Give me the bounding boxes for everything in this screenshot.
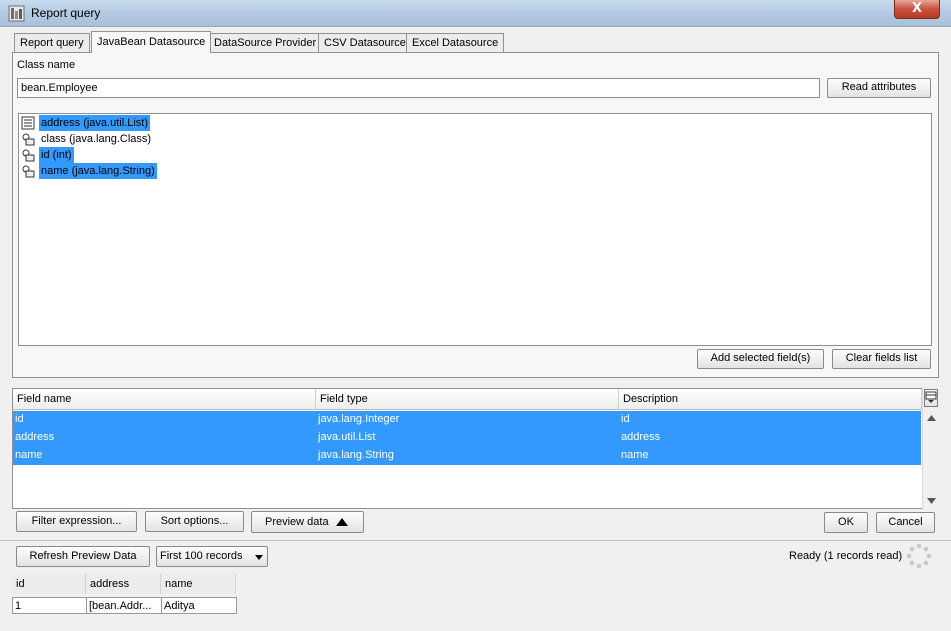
table-row[interactable]: name java.lang.String name [13, 447, 921, 465]
class-name-label: Class name [17, 59, 76, 71]
app-icon [8, 5, 25, 22]
cell-field-type: java.util.List [318, 431, 376, 443]
close-icon: X [911, 1, 923, 16]
column-header-field-type[interactable]: Field type [316, 389, 619, 410]
tab-javabean-datasource[interactable]: JavaBean Datasource [91, 31, 212, 53]
tab-datasource-provider[interactable]: DataSource Provider [208, 33, 323, 52]
table-row[interactable]: address java.util.List address [13, 429, 921, 447]
preview-column-header[interactable]: id [12, 574, 86, 594]
column-chooser-icon [925, 391, 937, 403]
bean-property-icon [22, 165, 35, 178]
cell-description: name [621, 449, 649, 461]
cell-field-type: java.lang.String [318, 449, 394, 461]
preview-cell-id[interactable]: 1 [12, 597, 87, 614]
cell-field-name: address [15, 431, 55, 443]
column-header-field-name[interactable]: Field name [13, 389, 316, 410]
preview-cell-name[interactable]: Aditya [161, 597, 237, 614]
tab-csv-datasource[interactable]: CSV Datasource [318, 33, 412, 52]
section-divider [0, 540, 951, 541]
read-attributes-button[interactable]: Read attributes [827, 78, 931, 98]
list-item-label: class (java.lang.Class) [41, 133, 152, 145]
cell-field-name: id [15, 413, 24, 425]
column-chooser-button[interactable] [924, 389, 938, 407]
bean-property-icon [22, 149, 35, 162]
list-item-label: id (int) [39, 147, 74, 163]
fields-table-scrollbar[interactable] [922, 388, 939, 509]
tab-excel-datasource[interactable]: Excel Datasource [406, 33, 505, 52]
refresh-preview-button[interactable]: Refresh Preview Data [16, 546, 150, 567]
fields-table[interactable]: Field name Field type Description id jav… [12, 388, 939, 509]
add-selected-fields-button[interactable]: Add selected field(s) [697, 349, 824, 369]
cell-field-name: name [15, 449, 43, 461]
sort-options-button[interactable]: Sort options... [145, 511, 244, 532]
window-title: Report query [31, 6, 101, 20]
preview-column-header[interactable]: name [161, 574, 236, 594]
chevron-down-icon [255, 555, 263, 560]
title-bar[interactable] [0, 0, 951, 27]
scroll-down-arrow-icon[interactable] [927, 498, 936, 504]
preview-data-label: Preview data [265, 516, 329, 528]
records-limit-select[interactable]: First 100 records [156, 546, 268, 567]
preview-column-header[interactable]: address [86, 574, 161, 594]
status-text: Ready (1 records read) [789, 550, 903, 562]
cell-description: id [621, 413, 630, 425]
list-item-label: name (java.lang.String) [39, 163, 157, 179]
cell-description: address [621, 431, 661, 443]
clear-fields-button[interactable]: Clear fields list [832, 349, 931, 369]
attributes-list[interactable]: address (java.util.List) class (java.lan… [18, 113, 932, 346]
cancel-button[interactable]: Cancel [876, 512, 935, 533]
list-item-label: address (java.util.List) [39, 115, 150, 131]
close-button[interactable]: X [894, 0, 940, 19]
records-limit-value: First 100 records [160, 550, 243, 562]
table-row[interactable]: id java.lang.Integer id [13, 411, 921, 429]
bean-property-icon [22, 133, 35, 146]
ok-button[interactable]: OK [824, 512, 868, 533]
tab-report-query[interactable]: Report query [14, 33, 90, 52]
triangle-up-icon [336, 518, 348, 526]
list-field-icon [21, 116, 35, 130]
column-header-description[interactable]: Description [619, 389, 922, 410]
cell-field-type: java.lang.Integer [318, 413, 400, 425]
class-name-input[interactable]: bean.Employee [17, 78, 820, 98]
filter-expression-button[interactable]: Filter expression... [16, 511, 137, 532]
preview-data-button[interactable]: Preview data [251, 511, 364, 533]
preview-cell-address[interactable]: [bean.Addr... [86, 597, 162, 614]
scroll-up-arrow-icon[interactable] [927, 415, 936, 421]
loading-spinner-icon [906, 543, 932, 569]
